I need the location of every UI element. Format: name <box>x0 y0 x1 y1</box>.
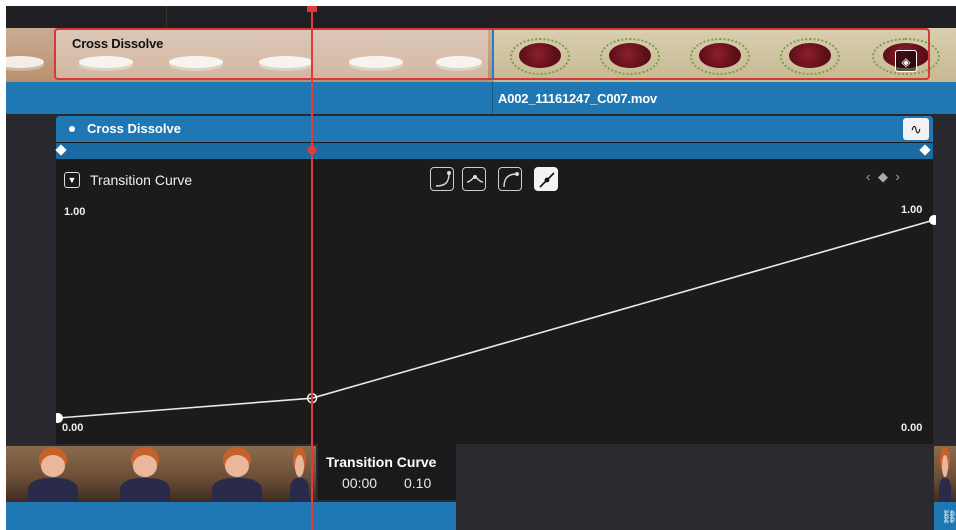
clip-frame <box>6 28 56 82</box>
tooltip-title: Transition Curve <box>326 454 437 470</box>
tooltip-time: 00:00 <box>342 475 378 491</box>
transition-header[interactable] <box>56 116 933 142</box>
ease-out-icon[interactable] <box>498 167 522 191</box>
playhead-handle[interactable] <box>307 6 317 12</box>
clip-frame <box>98 446 190 502</box>
keyframe-nav-icon[interactable]: ‹ ◆ › <box>866 169 902 185</box>
clip-frame <box>934 446 956 502</box>
ruler-divider <box>166 6 167 28</box>
transition-duration-bar[interactable] <box>56 143 933 159</box>
tooltip-value: 0.10 <box>404 475 432 491</box>
curve-line[interactable] <box>57 219 935 419</box>
keyframe-icon[interactable]: ◈ <box>895 50 917 72</box>
clip-frame <box>190 446 282 502</box>
linear-icon[interactable] <box>534 167 558 191</box>
timeline-ruler[interactable] <box>6 6 956 28</box>
curve-endpoint-handle[interactable] <box>929 215 937 225</box>
ease-in-out-icon[interactable] <box>462 167 486 191</box>
transition-curve-label: Transition Curve <box>90 172 193 188</box>
timeline-editor: Cross Dissolve ◈ A002_11161247_C007.mov … <box>6 6 956 530</box>
curve-endpoint-handle[interactable] <box>56 413 63 423</box>
curve-tooltip <box>318 444 456 500</box>
ease-in-icon[interactable] <box>430 167 454 191</box>
playhead[interactable] <box>311 6 313 530</box>
collapse-toggle-icon[interactable]: ▼ <box>64 172 80 188</box>
lower-clip-bar[interactable] <box>6 502 456 530</box>
curve-editor-icon[interactable]: ∿ <box>903 118 929 140</box>
link-icon[interactable]: ⛓ <box>941 509 956 525</box>
transition-curve-graph[interactable] <box>56 196 936 444</box>
clip-frame <box>6 446 98 502</box>
clip-name: A002_11161247_C007.mov <box>498 91 657 106</box>
clip-name-bar[interactable] <box>6 82 956 114</box>
clip-divider <box>492 82 493 114</box>
transition-title: Cross Dissolve <box>87 121 181 136</box>
transition-label: Cross Dissolve <box>72 36 164 51</box>
edit-point[interactable] <box>492 30 494 80</box>
bullet-icon <box>69 126 75 132</box>
